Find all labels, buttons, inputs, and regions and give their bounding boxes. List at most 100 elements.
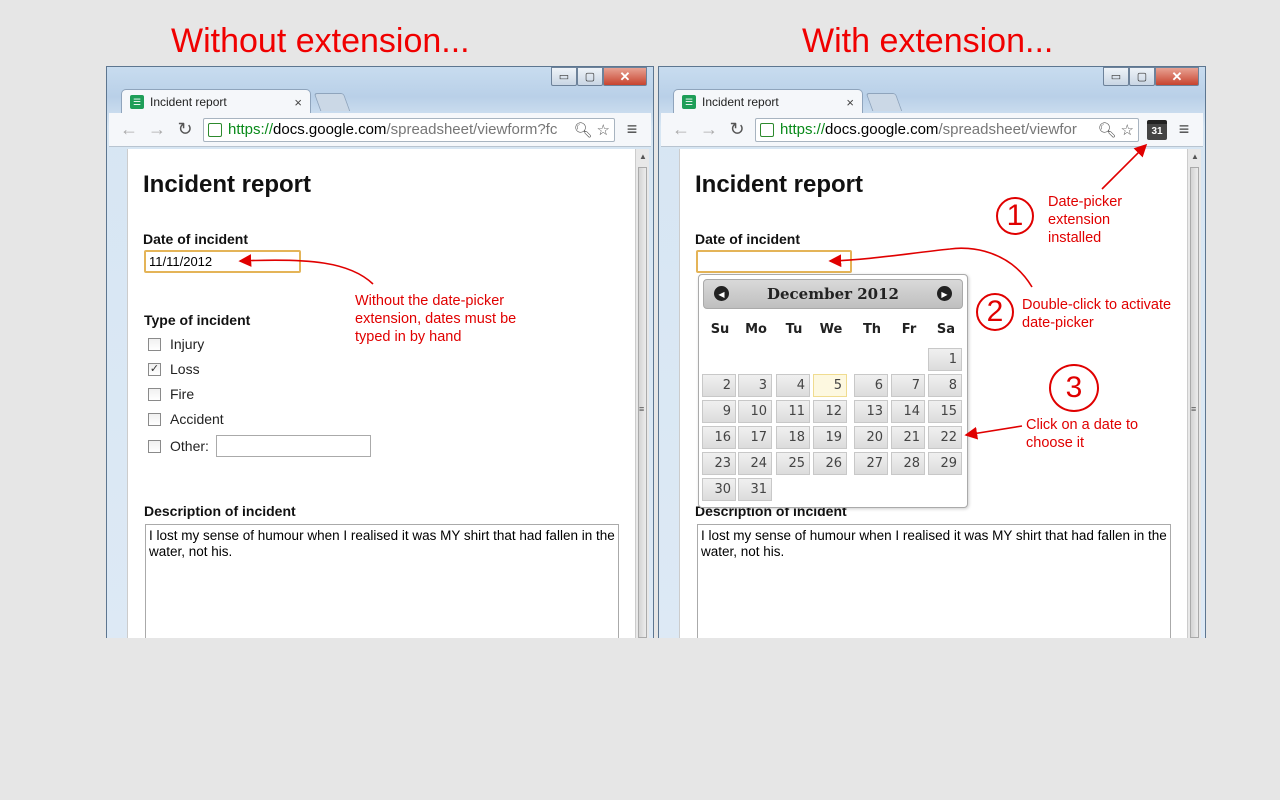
- date-picker-popup: ◀ December 2012 ▶ Su Mo Tu We Th Fr Sa 1 2 3 4 5 6 7 8…: [698, 274, 968, 508]
- checkbox-box[interactable]: [148, 412, 161, 426]
- address-bar[interactable]: https:// docs.google.com /spreadsheet/vi…: [203, 117, 615, 142]
- description-textarea[interactable]: I lost my sense of humour when I realise…: [145, 524, 619, 638]
- menu-icon[interactable]: ≡: [1171, 119, 1197, 140]
- date-input[interactable]: [696, 250, 852, 273]
- tab-close-icon[interactable]: ×: [846, 95, 854, 110]
- calendar-day[interactable]: 24: [738, 452, 772, 475]
- calendar-day[interactable]: 1: [928, 348, 962, 371]
- calendar-day[interactable]: 11: [776, 400, 810, 423]
- description-textarea[interactable]: I lost my sense of humour when I realise…: [697, 524, 1171, 638]
- calendar-month-label: December 2012: [766, 285, 899, 303]
- calendar-day[interactable]: 26: [813, 452, 847, 475]
- url-scheme: https://: [780, 121, 826, 138]
- calendar-day[interactable]: 17: [738, 426, 772, 449]
- browser-toolbar: ← → ↻ https:// docs.google.com /spreadsh…: [109, 113, 651, 147]
- checkbox-box[interactable]: [148, 439, 161, 453]
- calendar-day[interactable]: 30: [702, 478, 736, 501]
- browser-tab[interactable]: ☰ Incident report ×: [673, 89, 863, 114]
- menu-icon[interactable]: ≡: [619, 119, 645, 140]
- reload-icon[interactable]: ↻: [171, 119, 199, 140]
- forward-icon[interactable]: →: [695, 119, 723, 140]
- browser-tab[interactable]: ☰ Incident report ×: [121, 89, 311, 114]
- calendar-day[interactable]: 7: [891, 374, 925, 397]
- calendar-day[interactable]: 18: [776, 426, 810, 449]
- calendar-day[interactable]: 10: [738, 400, 772, 423]
- scrollbar[interactable]: ▲ ≡: [635, 149, 649, 638]
- checkbox-other[interactable]: Other:: [148, 435, 371, 457]
- window-controls: ▭ ▢ ✕: [1103, 67, 1199, 86]
- search-icon[interactable]: 🔍︎: [1098, 121, 1117, 139]
- calendar-day[interactable]: 3: [738, 374, 772, 397]
- checkbox-fire[interactable]: Fire: [148, 386, 194, 402]
- date-input[interactable]: 11/11/2012: [144, 250, 301, 273]
- calendar-day[interactable]: 29: [928, 452, 962, 475]
- maximize-button[interactable]: ▢: [1129, 67, 1155, 86]
- address-bar[interactable]: https:// docs.google.com /spreadsheet/vi…: [755, 117, 1139, 142]
- url-scheme: https://: [228, 121, 274, 138]
- calendar-day[interactable]: 27: [854, 452, 888, 475]
- calendar-day[interactable]: 13: [854, 400, 888, 423]
- new-tab-button[interactable]: [313, 93, 351, 111]
- step-1-text: Date-picker extension installed: [1048, 194, 1123, 246]
- calendar-day[interactable]: 14: [891, 400, 925, 423]
- new-tab-button[interactable]: [865, 93, 903, 111]
- checkbox-label: Injury: [170, 336, 205, 352]
- next-month-icon[interactable]: ▶: [937, 286, 952, 301]
- scroll-up-icon[interactable]: ▲: [639, 152, 647, 161]
- day-of-week-header: Sa: [936, 322, 956, 337]
- calendar-day[interactable]: 2: [702, 374, 736, 397]
- date-picker-extension-icon[interactable]: 31: [1147, 119, 1167, 140]
- checkbox-injury[interactable]: Injury: [148, 336, 204, 352]
- step-2-text: Double-click to activate date-picker: [1022, 297, 1172, 331]
- maximize-button[interactable]: ▢: [577, 67, 603, 86]
- scrollbar-thumb[interactable]: [1190, 167, 1199, 638]
- scroll-up-icon[interactable]: ▲: [1191, 152, 1199, 161]
- prev-month-icon[interactable]: ◀: [714, 286, 729, 301]
- star-icon[interactable]: ☆: [1121, 121, 1134, 139]
- description-label: Description of incident: [144, 503, 296, 519]
- reload-icon[interactable]: ↻: [723, 119, 751, 140]
- calendar-day[interactable]: 15: [928, 400, 962, 423]
- calendar-day[interactable]: 16: [702, 426, 736, 449]
- search-icon[interactable]: 🔍︎: [574, 121, 593, 139]
- calendar-day[interactable]: 21: [891, 426, 925, 449]
- back-icon[interactable]: ←: [667, 119, 695, 140]
- calendar-day[interactable]: 12: [813, 400, 847, 423]
- checkbox-accident[interactable]: Accident: [148, 411, 224, 427]
- star-icon[interactable]: ☆: [597, 121, 610, 139]
- checkmark-icon[interactable]: ✓: [148, 362, 161, 376]
- minimize-button[interactable]: ▭: [551, 67, 577, 86]
- calendar-day[interactable]: 23: [702, 452, 736, 475]
- calendar-day[interactable]: 19: [813, 426, 847, 449]
- checkbox-box[interactable]: [148, 387, 161, 401]
- checkbox-loss[interactable]: ✓ Loss: [148, 361, 200, 377]
- heading-without-extension: Without extension...: [171, 22, 470, 60]
- calendar-day[interactable]: 9: [702, 400, 736, 423]
- scrollbar[interactable]: ▲ ≡: [1187, 149, 1201, 638]
- forward-icon[interactable]: →: [143, 119, 171, 140]
- back-icon[interactable]: ←: [115, 119, 143, 140]
- other-input[interactable]: [215, 435, 371, 457]
- scrollbar-thumb[interactable]: [638, 167, 647, 638]
- form-title: Incident report: [143, 171, 312, 198]
- window-controls: ▭ ▢ ✕: [551, 67, 647, 86]
- url-path: /spreadsheet/viewfor: [938, 121, 1077, 138]
- calendar-day[interactable]: 22: [928, 426, 962, 449]
- form-title: Incident report: [695, 171, 864, 198]
- checkbox-box[interactable]: [148, 337, 161, 351]
- calendar-day[interactable]: 6: [854, 374, 888, 397]
- day-of-week-header: Th: [862, 322, 882, 337]
- annotation-without-extension: Without the date-picker extension, dates…: [355, 293, 517, 345]
- calendar-day[interactable]: 8: [928, 374, 962, 397]
- calendar-day[interactable]: 4: [776, 374, 810, 397]
- calendar-day[interactable]: 25: [776, 452, 810, 475]
- calendar-day[interactable]: 20: [854, 426, 888, 449]
- close-window-button[interactable]: ✕: [603, 67, 647, 86]
- close-window-button[interactable]: ✕: [1155, 67, 1199, 86]
- calendar-day[interactable]: 5: [813, 374, 847, 397]
- minimize-button[interactable]: ▭: [1103, 67, 1129, 86]
- url-path: /spreadsheet/viewform?fc: [386, 121, 558, 138]
- tab-close-icon[interactable]: ×: [294, 95, 302, 110]
- calendar-day[interactable]: 28: [891, 452, 925, 475]
- calendar-day[interactable]: 31: [738, 478, 772, 501]
